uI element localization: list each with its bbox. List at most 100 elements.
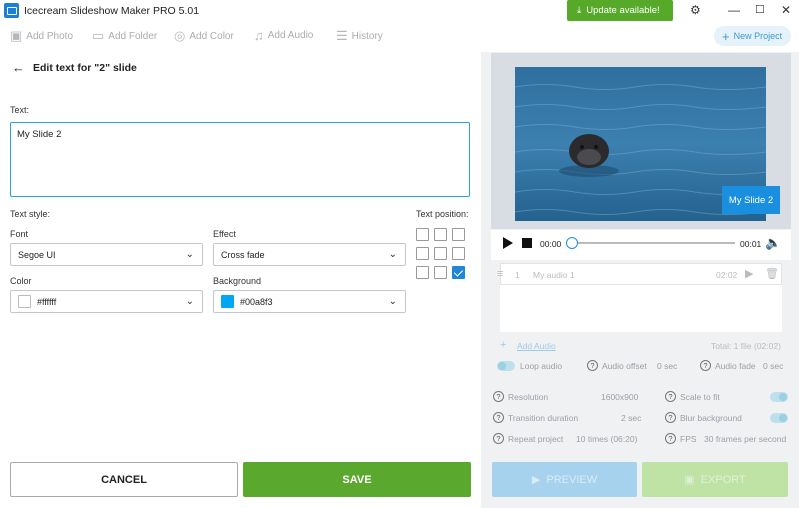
export-icon: ▣ (684, 474, 695, 486)
effect-label: Effect (213, 229, 236, 239)
chevron-down-icon: ⌄ (185, 296, 194, 307)
font-label: Font (10, 229, 29, 239)
history-button[interactable]: ☰ History (336, 28, 383, 44)
resolution-label: Resolution (508, 391, 549, 402)
position-middle-left[interactable] (416, 247, 429, 260)
stop-icon[interactable] (522, 238, 532, 248)
add-folder-button[interactable]: ▭ Add Folder (92, 28, 157, 44)
fps-value[interactable]: 30 frames per second (704, 434, 786, 444)
add-audio-button[interactable]: ♫ Add Audio (254, 28, 313, 43)
export-label: EXPORT (700, 473, 746, 486)
background-swatch (221, 295, 234, 308)
play-icon: ▶ (531, 474, 541, 486)
export-button[interactable]: ▣ EXPORT (642, 462, 788, 497)
seek-knob[interactable] (566, 237, 578, 249)
add-photo-label: Add Photo (26, 30, 74, 42)
update-label: Update available! (586, 5, 660, 16)
repeat-option: ? Repeat project (493, 433, 563, 444)
font-value: Segoe UI (18, 249, 56, 260)
slide-text-overlay: My Slide 2 (722, 186, 780, 214)
position-bottom-left[interactable] (416, 266, 429, 279)
help-icon[interactable]: ? (665, 412, 676, 423)
editor-header: ← Edit text for "2" slide (12, 60, 137, 75)
effect-select[interactable]: Cross fade ⌄ (213, 243, 406, 266)
audio-fade-option[interactable]: ? Audio fade (700, 360, 756, 371)
back-arrow-icon[interactable]: ← (12, 60, 25, 75)
add-photo-button[interactable]: ▣ Add Photo (10, 28, 73, 44)
add-color-button[interactable]: ◎ Add Color (174, 28, 234, 44)
new-project-button[interactable]: + New Project (714, 26, 791, 46)
fps-label: FPS (680, 433, 697, 444)
help-icon[interactable]: ? (493, 391, 504, 402)
position-bottom-right[interactable] (452, 266, 465, 279)
save-button[interactable]: SAVE (243, 462, 471, 497)
audio-fade-value[interactable]: 0 sec (763, 361, 783, 371)
repeat-label: Repeat project (508, 433, 564, 444)
audio-offset-value[interactable]: 0 sec (657, 361, 677, 371)
folder-icon: ▭ (92, 28, 105, 43)
repeat-value[interactable]: 10 times (06:20) (576, 434, 637, 444)
history-icon: ☰ (336, 28, 348, 43)
chevron-down-icon: ⌄ (388, 296, 397, 307)
help-icon[interactable]: ? (493, 433, 504, 444)
app-title: Icecream Slideshow Maker PRO 5.01 (24, 5, 200, 17)
preview-button[interactable]: ▶ PREVIEW (492, 462, 637, 497)
time-total: 00:01 (740, 239, 762, 249)
audio-fade-label: Audio fade (715, 360, 756, 371)
help-icon[interactable]: ? (665, 433, 676, 444)
background-select[interactable]: #00a8f3 ⌄ (213, 290, 406, 313)
download-icon: ⤓ (577, 5, 582, 16)
title-bar: Icecream Slideshow Maker PRO 5.01 ⤓ Upda… (0, 0, 799, 22)
position-middle-right[interactable] (452, 247, 465, 260)
update-available-button[interactable]: ⤓ Update available! (567, 0, 673, 21)
maximize-icon[interactable]: ☐ (755, 3, 765, 16)
position-top-right[interactable] (452, 228, 465, 241)
help-icon[interactable]: ? (665, 391, 676, 402)
trash-icon[interactable]: 🗑 (765, 267, 779, 280)
time-current: 00:00 (540, 239, 562, 249)
transition-value[interactable]: 2 sec (621, 413, 641, 423)
volume-icon[interactable]: 🔈 (765, 235, 781, 251)
audio-offset-option[interactable]: ? Audio offset (587, 360, 647, 371)
position-bottom-center[interactable] (434, 266, 447, 279)
minimize-icon[interactable]: — (728, 3, 740, 17)
app-icon (4, 3, 19, 18)
blur-background-toggle[interactable] (770, 413, 788, 423)
position-top-left[interactable] (416, 228, 429, 241)
scale-to-fit-toggle[interactable] (770, 392, 788, 402)
scale-label: Scale to fit (680, 391, 720, 402)
color-select[interactable]: #ffffff ⌄ (10, 290, 203, 313)
text-position-label: Text position: (416, 209, 469, 219)
gear-icon[interactable]: ⚙ (690, 3, 701, 17)
font-select[interactable]: Segoe UI ⌄ (10, 243, 203, 266)
loop-audio-toggle[interactable] (497, 361, 515, 371)
audio-play-icon[interactable]: ▶ (745, 267, 753, 280)
audio-total: Total: 1 file (02:02) (711, 341, 781, 351)
text-position-grid (416, 228, 465, 279)
slide-text-input[interactable]: My Slide 2 (10, 122, 470, 197)
seek-track[interactable] (570, 242, 735, 244)
cancel-button[interactable]: CANCEL (10, 462, 238, 497)
color-label: Color (10, 276, 32, 286)
resolution-option: ? Resolution (493, 391, 548, 402)
photo-icon: ▣ (10, 28, 23, 43)
play-icon[interactable] (503, 237, 513, 249)
audio-list-body (500, 285, 782, 332)
new-project-label: New Project (733, 31, 783, 41)
fps-option: ? FPS (665, 433, 697, 444)
help-icon[interactable]: ? (493, 412, 504, 423)
audio-index: 1 (515, 270, 520, 280)
add-audio-link[interactable]: Add Audio (517, 341, 556, 351)
background-label: Background (213, 276, 262, 286)
add-color-label: Add Color (189, 30, 234, 42)
loop-audio-label: Loop audio (520, 361, 563, 371)
resolution-value[interactable]: 1600x900 (601, 392, 638, 402)
blur-option: ? Blur background (665, 412, 742, 423)
drag-handle-icon[interactable]: ≡ (497, 268, 503, 280)
help-icon: ? (587, 360, 598, 371)
color-swatch (18, 295, 31, 308)
position-middle-center[interactable] (434, 247, 447, 260)
close-icon[interactable]: ✕ (781, 3, 791, 17)
scale-option: ? Scale to fit (665, 391, 720, 402)
position-top-center[interactable] (434, 228, 447, 241)
